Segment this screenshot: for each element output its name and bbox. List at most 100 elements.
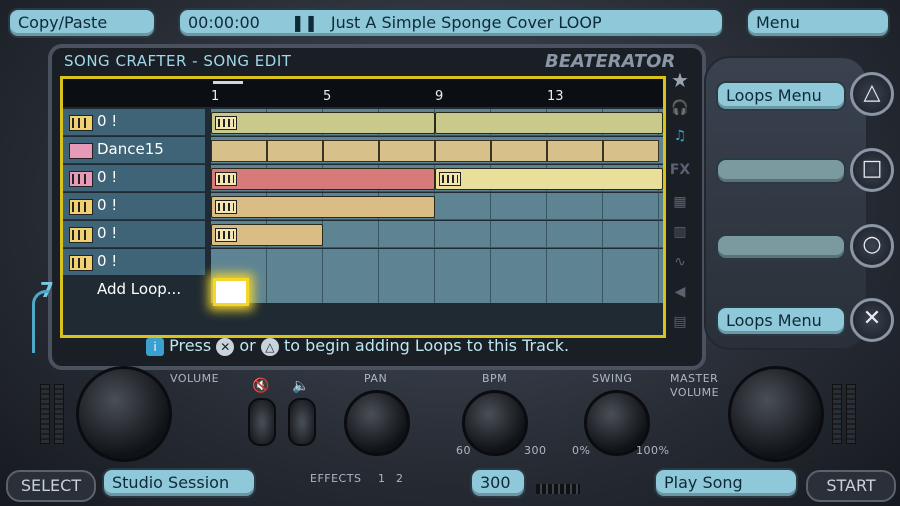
pause-icon: ❚❚ bbox=[290, 13, 318, 32]
ruler-tick: 5 bbox=[323, 89, 332, 104]
panel-title: SONG CRAFTER - SONG EDIT bbox=[64, 52, 292, 70]
cross-button-icon: ✕ bbox=[216, 337, 235, 356]
loop-block[interactable] bbox=[491, 140, 547, 162]
play-song-button[interactable]: Play Song bbox=[656, 470, 796, 496]
track-row[interactable]: 0 ! bbox=[63, 109, 663, 136]
track-label[interactable]: Dance15 bbox=[63, 137, 205, 164]
keyboard-icon bbox=[69, 199, 93, 215]
track-row[interactable]: Dance15 bbox=[63, 137, 663, 164]
song-title-bar: 00:00:00 ❚❚ Just A Simple Sponge Cover L… bbox=[180, 10, 722, 36]
pan-knob[interactable] bbox=[344, 390, 410, 456]
effects-label: EFFECTS bbox=[310, 472, 362, 485]
loop-block[interactable] bbox=[211, 112, 435, 134]
track-label[interactable]: 0 ! bbox=[63, 193, 205, 220]
effects-2[interactable]: 2 bbox=[396, 472, 404, 485]
track-lane[interactable] bbox=[211, 193, 663, 220]
music-note-icon[interactable]: ♫ bbox=[668, 128, 692, 146]
playhead-marker bbox=[213, 81, 243, 84]
volume-knob[interactable] bbox=[76, 366, 172, 462]
menu-button[interactable]: Menu bbox=[748, 10, 888, 36]
master-volume-knob[interactable] bbox=[728, 366, 824, 462]
add-loop-label[interactable]: Add Loop... bbox=[97, 280, 181, 298]
loop-block[interactable] bbox=[435, 168, 663, 190]
loop-block[interactable] bbox=[211, 224, 323, 246]
add-loop-cursor[interactable] bbox=[213, 278, 249, 306]
volume-label: VOLUME bbox=[170, 372, 220, 385]
swing-max: 100% bbox=[636, 444, 670, 457]
bpm-max: 300 bbox=[524, 444, 547, 457]
ruler-tick: 9 bbox=[435, 89, 444, 104]
track-lane[interactable] bbox=[211, 165, 663, 192]
speaker-icon[interactable]: ◀ bbox=[668, 284, 692, 302]
timeline-ruler: 1 5 9 13 bbox=[63, 79, 663, 107]
track-label[interactable]: 0 ! bbox=[63, 249, 205, 276]
pan-label: PAN bbox=[364, 372, 388, 385]
ruler-tick: 13 bbox=[547, 89, 564, 104]
track-name: 0 ! bbox=[97, 112, 118, 130]
help-text: i Press ✕ or △ to begin adding Loops to … bbox=[146, 336, 569, 356]
copy-paste-button[interactable]: Copy/Paste bbox=[10, 10, 154, 36]
drum-icon bbox=[69, 143, 93, 159]
effects-1[interactable]: 1 bbox=[378, 472, 386, 485]
loops-menu-top-button[interactable]: Loops Menu bbox=[718, 83, 844, 109]
cross-button[interactable]: ✕ bbox=[850, 298, 894, 342]
keyboard-icon[interactable]: ▥ bbox=[668, 224, 692, 242]
loop-block[interactable] bbox=[211, 140, 267, 162]
track-label[interactable]: 0 ! bbox=[63, 109, 205, 136]
loop-block[interactable] bbox=[603, 140, 659, 162]
loop-block[interactable] bbox=[435, 140, 491, 162]
track-name: 0 ! bbox=[97, 168, 118, 186]
bpm-min: 60 bbox=[456, 444, 471, 457]
volume-meter-left bbox=[40, 384, 50, 444]
loop-block[interactable] bbox=[435, 112, 663, 134]
track-lane[interactable] bbox=[211, 109, 663, 136]
track-grid: 1 5 9 13 0 ! Dance15 0 ! 0 ! 0 ! 0 ! Add… bbox=[60, 76, 666, 338]
pager-icon bbox=[536, 484, 580, 494]
select-button[interactable]: SELECT bbox=[6, 470, 96, 502]
solo-toggle[interactable] bbox=[288, 398, 316, 446]
star-icon[interactable]: ★ bbox=[668, 68, 692, 92]
loops-menu-bottom-button[interactable]: Loops Menu bbox=[718, 308, 844, 334]
circle-button[interactable]: ○ bbox=[850, 224, 894, 268]
loop-block[interactable] bbox=[547, 140, 603, 162]
track-lane[interactable] bbox=[211, 221, 663, 248]
drum-pad-icon[interactable]: ▦ bbox=[668, 194, 692, 212]
loop-block[interactable] bbox=[211, 196, 435, 218]
track-label[interactable]: 0 ! bbox=[63, 165, 205, 192]
track-row[interactable]: 0 ! bbox=[63, 249, 663, 276]
loop-block[interactable] bbox=[267, 140, 323, 162]
square-button[interactable]: □ bbox=[850, 148, 894, 192]
track-lane[interactable] bbox=[211, 137, 663, 164]
keyboard-icon bbox=[69, 227, 93, 243]
mute-icon: 🔇 bbox=[252, 378, 270, 394]
swing-label: SWING bbox=[592, 372, 633, 385]
track-bracket bbox=[32, 290, 49, 353]
start-button[interactable]: START bbox=[806, 470, 896, 502]
track-label[interactable]: 0 ! bbox=[63, 221, 205, 248]
headphones-icon[interactable]: 🎧 bbox=[668, 100, 692, 118]
master-volume-label: MASTER bbox=[670, 372, 719, 385]
waveform-icon[interactable]: ∿ bbox=[668, 254, 692, 272]
track-row[interactable]: 0 ! bbox=[63, 165, 663, 192]
bpm-label: BPM bbox=[482, 372, 508, 385]
master-meter-right bbox=[846, 384, 856, 444]
add-loop-row[interactable]: Add Loop... bbox=[63, 275, 663, 306]
swing-min: 0% bbox=[572, 444, 591, 457]
track-name: 0 ! bbox=[97, 196, 118, 214]
studio-session-button[interactable]: Studio Session bbox=[104, 470, 254, 496]
mixer-icon[interactable]: ▤ bbox=[668, 314, 692, 332]
track-lane[interactable] bbox=[211, 249, 663, 276]
loop-block[interactable] bbox=[323, 140, 379, 162]
help-or: or bbox=[239, 336, 256, 355]
fx-icon[interactable]: FX bbox=[668, 162, 692, 180]
track-row[interactable]: 0 ! bbox=[63, 221, 663, 248]
keyboard-icon bbox=[69, 115, 93, 131]
bpm-knob[interactable] bbox=[462, 390, 528, 456]
triangle-button[interactable]: △ bbox=[850, 72, 894, 116]
brand-logo: BEATERATOR bbox=[545, 51, 676, 72]
mute-toggle[interactable] bbox=[248, 398, 276, 446]
loop-block[interactable] bbox=[379, 140, 435, 162]
master-meter-right bbox=[832, 384, 842, 444]
track-row[interactable]: 0 ! bbox=[63, 193, 663, 220]
loop-block[interactable] bbox=[211, 168, 435, 190]
